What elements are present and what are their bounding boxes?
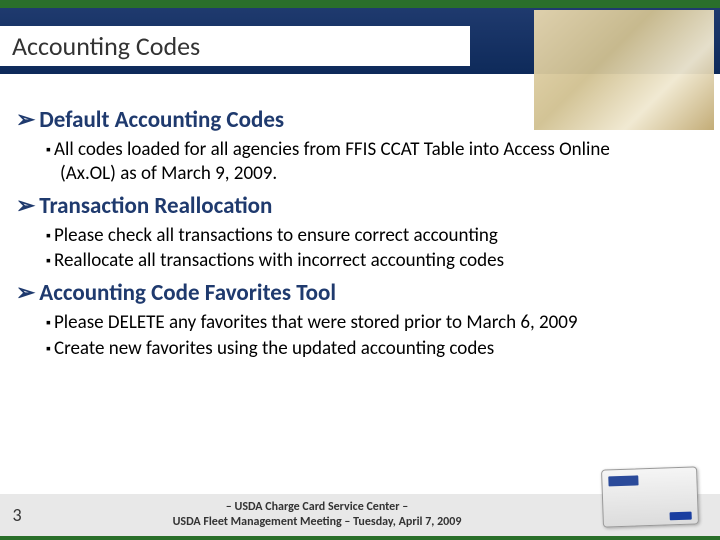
card-decorative-image (601, 466, 699, 527)
bullet-text: Please check all transactions to ensure … (54, 224, 498, 247)
bullet-item: ▪Create new favorites using the updated … (60, 337, 704, 361)
bullet-text: Please DELETE any favorites that were st… (54, 311, 578, 334)
footer-line1: – USDA Charge Card Service Center – (226, 500, 408, 514)
heading-text: Accounting Code Favorites Tool (39, 279, 336, 307)
title-wrap: Accounting Codes (0, 26, 470, 66)
square-bullet-icon: ▪ (46, 252, 51, 269)
heading-text: Default Accounting Codes (39, 106, 284, 134)
top-accent-bar (0, 0, 720, 8)
section-heading: ➢ Default Accounting Codes (16, 106, 704, 134)
arrow-icon: ➢ (16, 106, 35, 134)
page-number: 3 (0, 504, 34, 526)
heading-text: Transaction Reallocation (39, 192, 272, 220)
square-bullet-icon: ▪ (46, 141, 51, 158)
arrow-icon: ➢ (16, 279, 35, 307)
slide-title: Accounting Codes (0, 30, 200, 62)
bullet-text: All codes loaded for all agencies from F… (54, 138, 610, 185)
section-heading: ➢ Transaction Reallocation (16, 192, 704, 220)
bullet-item: ▪All codes loaded for all agencies from … (60, 138, 704, 186)
square-bullet-icon: ▪ (46, 227, 51, 244)
footer-line2: USDA Fleet Management Meeting – Tuesday,… (173, 515, 462, 529)
square-bullet-icon: ▪ (46, 340, 51, 357)
slide: Accounting Codes ➢ Default Accounting Co… (0, 0, 720, 540)
bullet-text: Create new favorites using the updated a… (54, 337, 494, 360)
section-heading: ➢ Accounting Code Favorites Tool (16, 279, 704, 307)
bullet-item: ▪Reallocate all transactions with incorr… (60, 249, 704, 273)
bullet-text: Reallocate all transactions with incorre… (54, 249, 504, 272)
footer-text: – USDA Charge Card Service Center – USDA… (34, 500, 600, 530)
content-area: ➢ Default Accounting Codes ▪All codes lo… (16, 100, 704, 363)
bullet-item: ▪Please DELETE any favorites that were s… (60, 311, 704, 335)
arrow-icon: ➢ (16, 192, 35, 220)
square-bullet-icon: ▪ (46, 314, 51, 331)
bullet-item: ▪Please check all transactions to ensure… (60, 224, 704, 248)
bottom-accent-bar (0, 536, 720, 540)
